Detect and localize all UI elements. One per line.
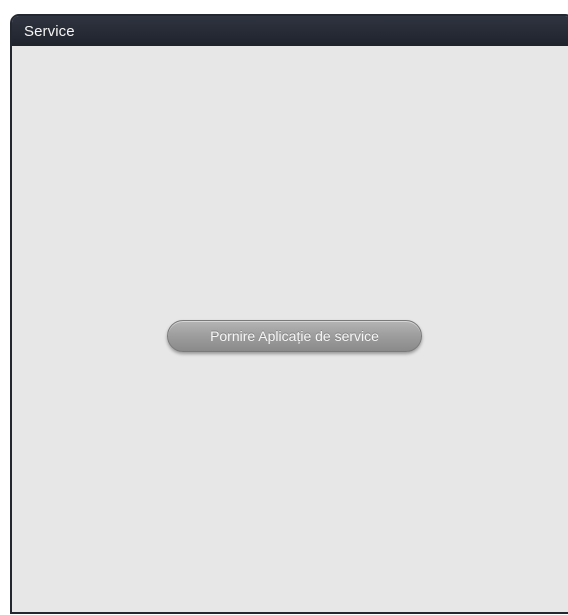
start-service-app-button[interactable]: Pornire Aplicație de service bbox=[167, 320, 422, 352]
panel-titlebar: Service bbox=[12, 16, 568, 46]
panel-title: Service bbox=[24, 22, 75, 40]
service-panel: Service Pornire Aplicație de service bbox=[10, 14, 568, 614]
panel-content: Pornire Aplicație de service bbox=[12, 46, 568, 612]
